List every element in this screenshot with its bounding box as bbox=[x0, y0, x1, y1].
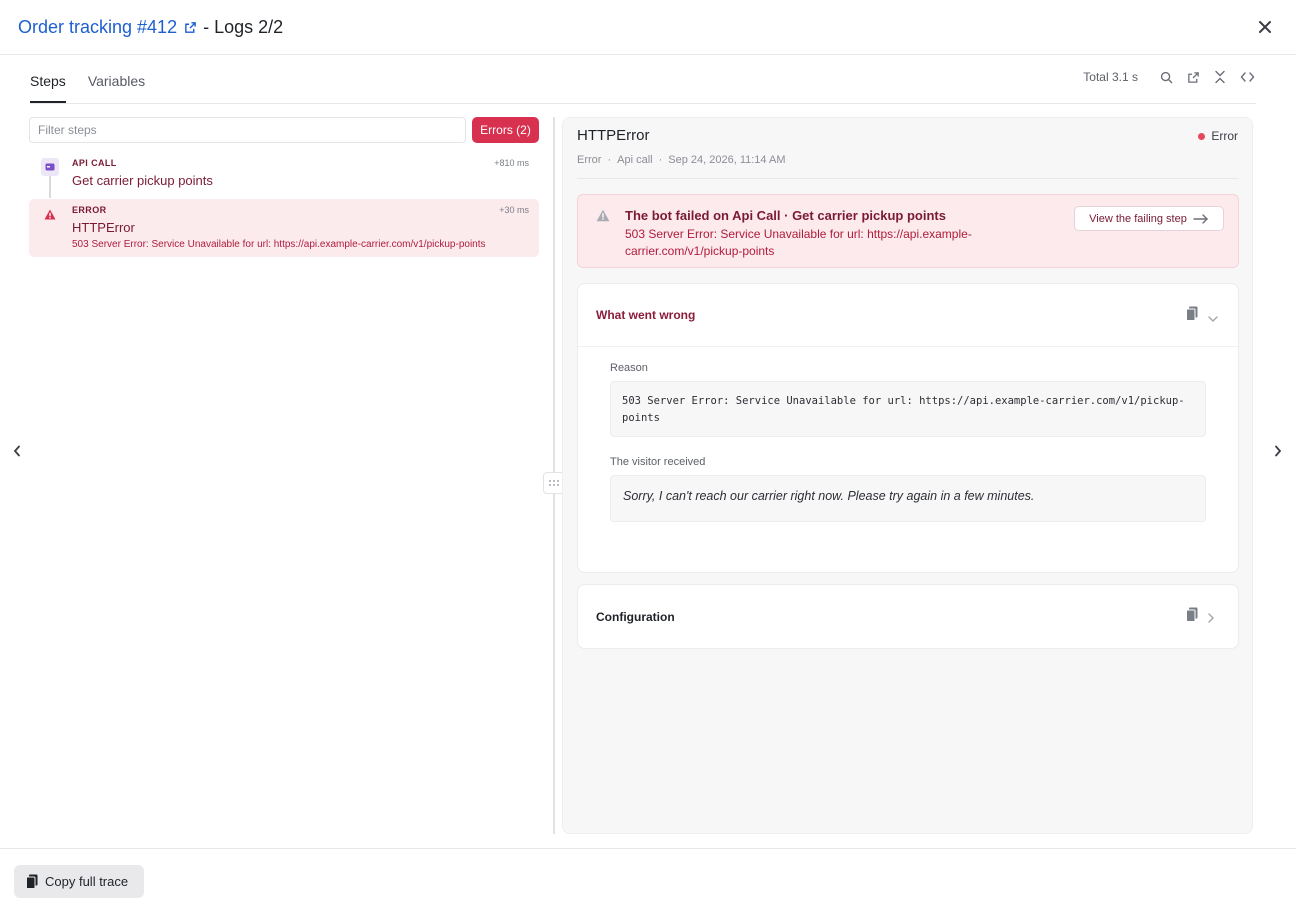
tabs-divider bbox=[30, 103, 1256, 104]
copy-icon[interactable] bbox=[1186, 607, 1200, 623]
step-item-api-call[interactable]: API CALL +810 ms Get carrier pickup poin… bbox=[29, 152, 539, 198]
what-went-wrong-header[interactable]: What went wrong bbox=[578, 284, 1238, 347]
step-title: Get carrier pickup points bbox=[72, 173, 213, 188]
api-icon bbox=[41, 158, 59, 176]
copy-icon bbox=[26, 874, 38, 889]
bot-title-link[interactable]: Order tracking #412 bbox=[18, 17, 177, 38]
collapse-icon[interactable] bbox=[1211, 68, 1229, 86]
tab-bar: Steps Variables bbox=[30, 73, 167, 103]
step-type: API CALL bbox=[72, 158, 117, 168]
reason-code-block: 503 Server Error: Service Unavailable fo… bbox=[610, 381, 1206, 437]
tab-variables[interactable]: Variables bbox=[88, 73, 145, 103]
external-link-icon[interactable] bbox=[1184, 68, 1202, 86]
detail-title: HTTPError bbox=[577, 127, 650, 144]
what-went-wrong-card: What went wrong Reason 503 Server Error:… bbox=[577, 283, 1239, 573]
configuration-title: Configuration bbox=[596, 610, 675, 624]
step-title: HTTPError bbox=[72, 220, 135, 235]
view-failing-step-button[interactable]: View the failing step bbox=[1074, 206, 1224, 231]
configuration-card[interactable]: Configuration bbox=[577, 584, 1239, 649]
modal-header: Order tracking #412 - Logs 2/2 bbox=[0, 0, 1296, 55]
step-description: 503 Server Error: Service Unavailable fo… bbox=[72, 239, 486, 250]
trace-toolbar: Total 3.1 s bbox=[1083, 68, 1256, 86]
step-connector bbox=[49, 176, 51, 198]
warning-icon bbox=[596, 209, 610, 223]
total-duration: Total 3.1 s bbox=[1083, 70, 1138, 84]
view-failing-step-label: View the failing step bbox=[1089, 212, 1187, 225]
status-badge: Error bbox=[1198, 129, 1238, 143]
previous-log-icon[interactable] bbox=[9, 443, 25, 459]
copy-icon[interactable] bbox=[1186, 306, 1200, 322]
detail-divider bbox=[577, 178, 1238, 179]
meta-timestamp: Sep 24, 2026, 11:14 AM bbox=[668, 154, 786, 166]
copy-full-trace-label: Copy full trace bbox=[45, 874, 129, 889]
step-time: +30 ms bbox=[499, 205, 529, 215]
filter-steps-input[interactable] bbox=[29, 117, 466, 143]
detail-meta: Error · Api call · Sep 24, 2026, 11:14 AM bbox=[577, 154, 786, 166]
error-alert: The bot failed on Api Call · Get carrier… bbox=[577, 194, 1239, 268]
step-time: +810 ms bbox=[494, 158, 529, 168]
errors-filter-button[interactable]: Errors (2) bbox=[472, 117, 539, 143]
alert-message: 503 Server Error: Service Unavailable fo… bbox=[625, 227, 972, 258]
tab-steps[interactable]: Steps bbox=[30, 73, 66, 103]
modal-title: Order tracking #412 - Logs 2/2 bbox=[18, 17, 283, 38]
copy-full-trace-button[interactable]: Copy full trace bbox=[14, 865, 144, 898]
status-dot-icon bbox=[1198, 132, 1206, 140]
close-icon[interactable] bbox=[1256, 18, 1274, 36]
external-link-icon[interactable] bbox=[184, 21, 197, 34]
meta-type: Error bbox=[577, 154, 602, 166]
alert-title: The bot failed on Api Call · Get carrier… bbox=[625, 208, 946, 223]
arrow-right-icon bbox=[1193, 213, 1208, 224]
step-type: ERROR bbox=[72, 205, 107, 215]
meta-category: Api call bbox=[617, 154, 653, 166]
visitor-received-label: The visitor received bbox=[610, 456, 706, 468]
title-suffix: - Logs 2/2 bbox=[203, 17, 284, 37]
reason-label: Reason bbox=[610, 362, 648, 374]
step-item-error[interactable]: ERROR +30 ms HTTPError 503 Server Error:… bbox=[29, 199, 539, 257]
code-icon[interactable] bbox=[1238, 68, 1256, 86]
search-icon[interactable] bbox=[1157, 68, 1175, 86]
step-detail-panel: HTTPError Error Error · Api call · Sep 24, 2… bbox=[562, 117, 1253, 834]
modal-footer: Copy full trace bbox=[0, 848, 1296, 914]
next-log-icon[interactable] bbox=[1270, 443, 1286, 459]
what-went-wrong-title: What went wrong bbox=[596, 308, 696, 322]
status-label: Error bbox=[1211, 129, 1238, 143]
chevron-right-icon[interactable] bbox=[1208, 610, 1220, 623]
warning-icon bbox=[41, 205, 59, 223]
chevron-down-icon[interactable] bbox=[1208, 309, 1220, 322]
visitor-message: Sorry, I can't reach our carrier right n… bbox=[610, 475, 1206, 522]
